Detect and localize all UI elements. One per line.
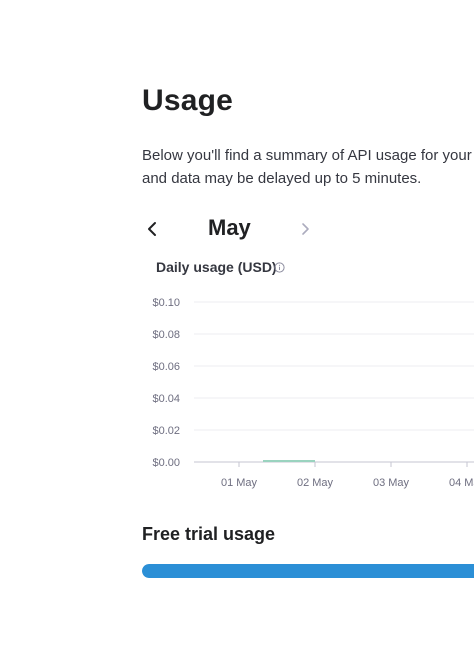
daily-usage-title: Daily usage (USD) <box>156 259 277 275</box>
y-tick-label: $0.06 <box>152 361 180 373</box>
daily-usage-chart-svg: $0.00 $0.02 $0.04 $0.06 $0.08 $0.10 01 May 02 M… <box>152 297 474 489</box>
y-tick-label: $0.02 <box>152 425 180 437</box>
y-tick-label: $0.00 <box>152 457 180 469</box>
usage-bar <box>263 460 315 462</box>
description-line-1: Below you'll find a summary of API usage… <box>142 147 472 164</box>
x-tick-label: 02 May <box>297 477 334 489</box>
free-trial-title: Free trial usage <box>142 524 276 544</box>
previous-month-button[interactable] <box>142 218 162 240</box>
page-title: Usage <box>142 84 234 117</box>
x-tick-label: 01 May <box>221 477 258 489</box>
y-tick-label: $0.04 <box>152 393 180 405</box>
daily-usage-chart: $0.00 $0.02 $0.04 $0.06 $0.08 $0.10 01 May 02 M… <box>140 288 474 498</box>
x-tick-label: 04 May <box>449 477 474 489</box>
free-trial-progress-fill <box>142 564 474 578</box>
chevron-left-icon <box>148 222 156 236</box>
x-tick-label: 03 May <box>373 477 410 489</box>
free-trial-progress-bar <box>142 564 474 578</box>
month-navigator: May <box>142 212 322 246</box>
description-line-2: and data may be delayed up to 5 minutes. <box>142 170 422 187</box>
current-month-label: May <box>208 215 251 240</box>
y-tick-label: $0.08 <box>152 329 180 341</box>
usage-page: Usage Below you'll find a summary of API… <box>0 0 474 670</box>
info-icon[interactable] <box>274 262 285 273</box>
page-description: Below you'll find a summary of API usage… <box>142 144 474 190</box>
y-tick-label: $0.10 <box>152 297 180 309</box>
chevron-right-icon <box>302 223 309 235</box>
next-month-button[interactable] <box>295 218 315 240</box>
